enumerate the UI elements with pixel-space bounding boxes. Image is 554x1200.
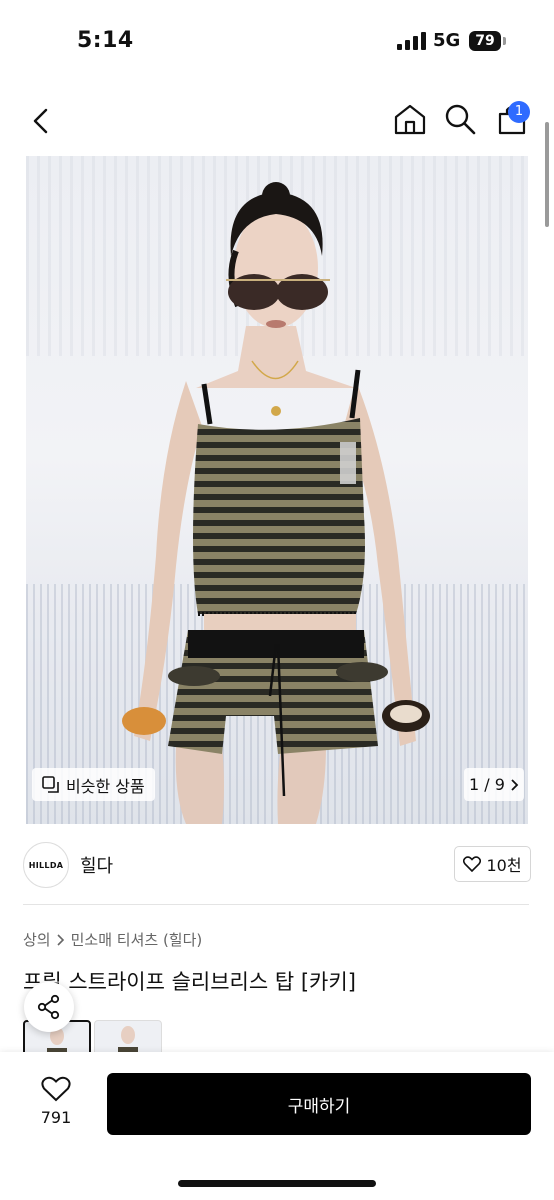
network-label: 5G <box>433 30 461 51</box>
breadcrumb: 상의 민소매 티셔츠 (힐다) <box>23 929 202 950</box>
seller-name[interactable]: 힐다 <box>80 852 113 878</box>
seller-like-count: 10천 <box>486 856 522 875</box>
seller-row: HILLDA 힐다 10천 <box>0 836 554 896</box>
model-photo <box>122 182 430 824</box>
search-icon[interactable] <box>444 103 476 135</box>
heart-icon <box>41 1076 71 1102</box>
home-indicator[interactable] <box>178 1180 376 1187</box>
product-title: 프릴 스트라이프 슬리브리스 탑 [카키] <box>23 970 356 994</box>
image-counter: 1 / 9 <box>469 775 505 794</box>
image-counter-button[interactable]: 1 / 9 <box>464 768 524 801</box>
home-icon[interactable] <box>393 103 427 135</box>
wishlist-count: 791 <box>40 1108 72 1127</box>
signal-icon <box>397 32 426 50</box>
seller-logo[interactable]: HILLDA <box>23 842 69 888</box>
buy-button[interactable]: 구매하기 <box>107 1073 531 1135</box>
copy-icon <box>42 775 59 793</box>
share-button[interactable] <box>24 982 74 1032</box>
battery-icon: 79 <box>469 31 501 51</box>
seller-logo-text: HILLDA <box>28 860 64 870</box>
scrollbar[interactable] <box>545 122 549 227</box>
product-image[interactable] <box>26 156 528 824</box>
breadcrumb-subcategory[interactable]: 민소매 티셔츠 (힐다) <box>71 929 203 950</box>
share-icon <box>37 994 60 1020</box>
heart-icon <box>463 856 482 872</box>
divider <box>23 904 529 905</box>
cart-badge: 1 <box>508 101 530 123</box>
chevron-left-icon[interactable] <box>28 106 54 136</box>
status-time: 5:14 <box>77 28 134 53</box>
battery-tip <box>503 37 506 45</box>
chevron-right-icon <box>57 933 64 946</box>
similar-products-label: 비슷한 상품 <box>66 776 145 796</box>
seller-like-button[interactable]: 10천 <box>454 846 531 882</box>
top-nav <box>0 96 554 146</box>
wishlist-button[interactable]: 791 <box>30 1076 82 1132</box>
similar-products-button[interactable]: 비슷한 상품 <box>32 768 155 801</box>
status-bar: 5:14 5G 79 <box>0 0 554 80</box>
breadcrumb-category[interactable]: 상의 <box>23 929 51 950</box>
chevron-right-icon <box>511 778 519 791</box>
